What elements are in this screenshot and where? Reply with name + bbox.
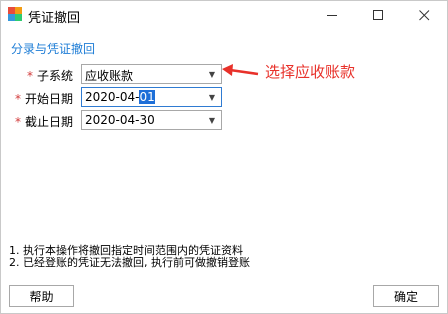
section-title: 分录与凭证撤回 [11,42,96,56]
chevron-down-icon[interactable]: ▼ [205,112,219,128]
selected-day-segment: 01 [139,90,155,104]
start-date-value: 2020-04-01 [85,90,155,104]
maximize-icon[interactable] [355,1,401,30]
subsystem-value: 应收账款 [85,69,134,83]
notes: 1. 执行本操作将撤回指定时间范围内的凭证资料 2. 已经登账的凭证无法撤回, … [9,245,250,269]
chevron-down-icon[interactable]: ▼ [205,89,219,105]
end-date-value: 2020-04-30 [85,113,155,127]
minimize-icon[interactable] [309,1,355,30]
dialog-window: 凭证撤回 分录与凭证撤回 * 子系统 应收账款 ▼ * 开始日期 2020-04-0… [0,0,448,314]
required-mark: * [27,69,33,83]
app-logo-icon [8,7,22,21]
end-date-picker[interactable]: 2020-04-30 ▼ [81,110,222,130]
note-item: 2. 已经登账的凭证无法撤回, 执行前可做撤销登账 [9,256,250,269]
ok-button[interactable]: 确定 [373,285,439,307]
close-icon[interactable] [401,1,447,30]
annotation-text: 选择应收账款 [265,63,356,81]
chevron-down-icon[interactable]: ▼ [205,66,219,82]
help-button[interactable]: 帮助 [9,285,74,307]
start-date-label: * 开始日期 [15,92,74,106]
annotation-arrow-icon [222,64,259,76]
subsystem-label: * 子系统 [27,69,74,83]
title-bar: 凭证撤回 [1,1,447,30]
required-mark: * [15,92,21,106]
start-date-picker[interactable]: 2020-04-01 ▼ [81,87,222,107]
end-date-label: * 截止日期 [15,115,74,129]
window-title: 凭证撤回 [28,11,81,26]
required-mark: * [15,115,21,129]
subsystem-select[interactable]: 应收账款 ▼ [81,64,222,84]
